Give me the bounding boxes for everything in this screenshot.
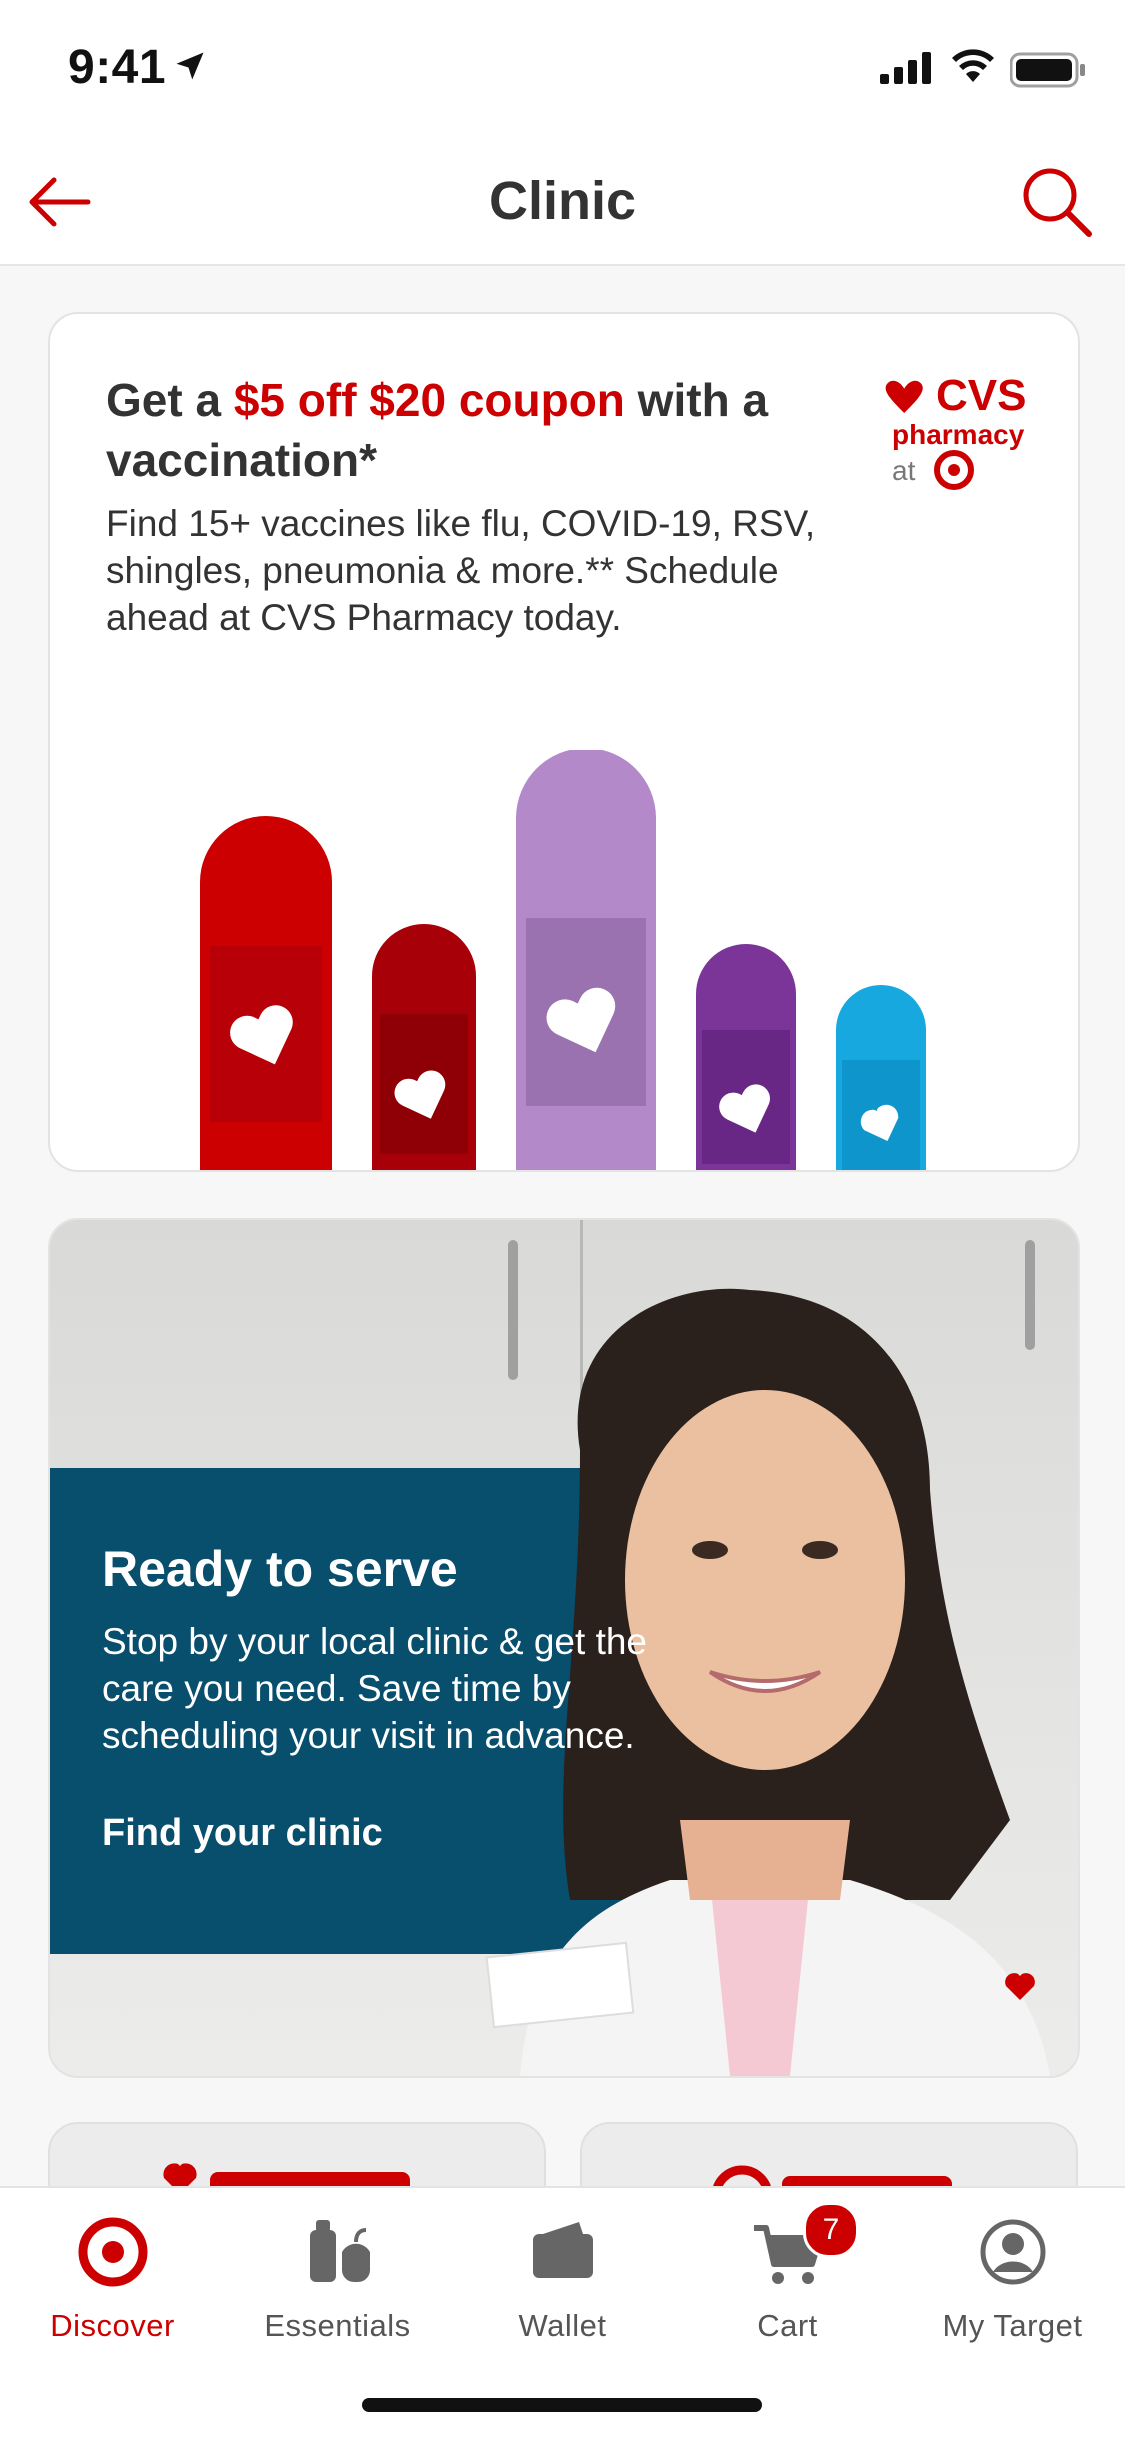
- cart-count-badge: 7: [803, 2202, 859, 2258]
- promo-body: Find 15+ vaccines like flu, COVID-19, RS…: [106, 503, 816, 638]
- status-bar: 9:41: [0, 0, 1125, 140]
- cvs-pharmacy-logo: CVS pharmacy at: [885, 371, 1026, 490]
- svg-text:pharmacy: pharmacy: [892, 419, 1025, 450]
- serve-body: Stop by your local clinic & get the care…: [102, 1621, 648, 1756]
- target-bullseye-icon: [78, 2217, 147, 2287]
- search-icon[interactable]: [1019, 164, 1095, 240]
- wifi-icon: [952, 49, 994, 82]
- cellular-signal-icon: [880, 52, 931, 84]
- battery-icon: [1010, 52, 1085, 88]
- clinic-promo-card[interactable]: Ready to serve Stop by your local clinic…: [48, 1218, 1080, 2078]
- nav-bar: Clinic: [0, 140, 1125, 266]
- serve-title: Ready to serve: [102, 1541, 458, 1597]
- wallet-icon: [532, 2222, 593, 2278]
- find-clinic-link[interactable]: Find your clinic: [102, 1812, 383, 1855]
- home-indicator[interactable]: [362, 2398, 762, 2412]
- tab-label: Cart: [757, 2308, 818, 2343]
- page-title: Clinic: [488, 171, 637, 231]
- tab-label: Wallet: [518, 2308, 607, 2343]
- coupon-highlight: $5 off $20 coupon: [233, 374, 625, 426]
- account-icon: [980, 2219, 1045, 2285]
- tab-label: Essentials: [264, 2308, 411, 2343]
- tab-my-target[interactable]: My Target: [900, 2212, 1125, 2362]
- essentials-icon: [309, 2220, 370, 2282]
- tab-cart[interactable]: 7 Cart: [675, 2202, 900, 2362]
- bandages-illustration: [200, 750, 926, 1170]
- promo-headline: Get a $5 off $20 coupon with a vaccinati…: [106, 374, 769, 486]
- tab-discover[interactable]: Discover: [0, 2212, 225, 2362]
- svg-text:at: at: [892, 455, 916, 486]
- tab-wallet[interactable]: Wallet: [450, 2212, 675, 2362]
- location-arrow-icon: [176, 52, 204, 80]
- tab-label: My Target: [942, 2308, 1083, 2343]
- tab-essentials[interactable]: Essentials: [225, 2212, 450, 2362]
- vaccination-promo-card[interactable]: Get a $5 off $20 coupon with a vaccinati…: [48, 312, 1080, 1172]
- tab-label: Discover: [50, 2308, 175, 2343]
- svg-text:CVS: CVS: [936, 371, 1026, 420]
- status-time: 9:41: [68, 41, 167, 94]
